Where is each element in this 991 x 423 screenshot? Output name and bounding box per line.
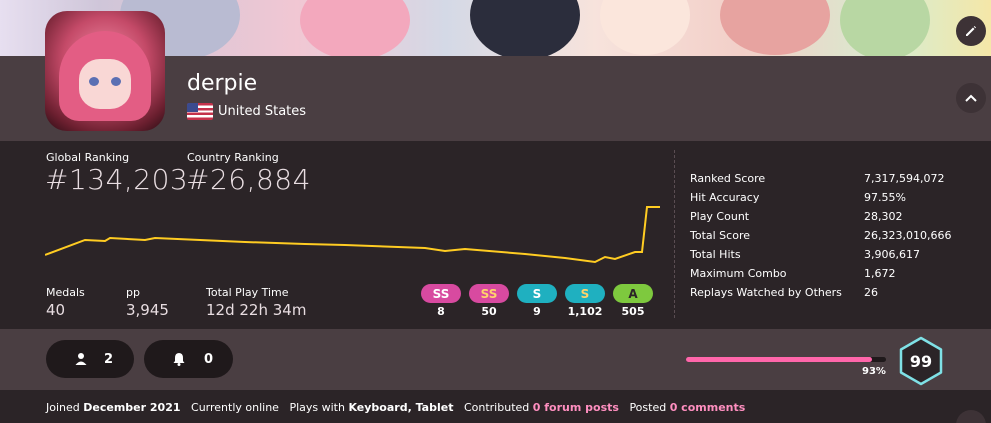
user-icon xyxy=(75,353,87,365)
grade-s-badge: S xyxy=(565,284,605,303)
plays-with: Keyboard, Tablet xyxy=(348,401,454,414)
notifications-count: 0 xyxy=(204,351,214,367)
stat-label: Replays Watched by Others xyxy=(690,286,842,299)
notifications-button[interactable]: 0 xyxy=(144,340,233,378)
pp-label: pp xyxy=(126,286,140,299)
medals-label: Medals xyxy=(46,286,85,299)
edit-cover-button[interactable] xyxy=(956,16,986,46)
stat-label: Total Hits xyxy=(690,248,741,261)
level-progress-fill xyxy=(686,357,872,362)
contributed-prefix: Contributed xyxy=(463,401,530,414)
rank-history-line xyxy=(45,206,660,264)
playtime-label: Total Play Time xyxy=(206,286,289,299)
rank-history-graph xyxy=(45,206,660,264)
joined-date: December 2021 xyxy=(83,401,181,414)
grade-ss-badge: SS xyxy=(469,284,509,303)
online-status: Currently online xyxy=(191,401,279,414)
chevron-up-icon xyxy=(965,94,977,102)
stat-value: 28,302 xyxy=(864,210,903,223)
plays-prefix: Plays with xyxy=(289,401,345,414)
pencil-icon xyxy=(966,26,976,36)
profile-info-line: Joined December 2021 Currently online Pl… xyxy=(46,401,745,414)
joined-prefix: Joined xyxy=(46,401,80,414)
country-link[interactable]: United States xyxy=(187,103,306,120)
grade-a-badge: A xyxy=(613,284,653,303)
playtime-value: 12d 22h 34m xyxy=(206,301,307,319)
us-flag-icon xyxy=(187,103,213,120)
username: derpie xyxy=(187,71,258,96)
stat-value: 97.55% xyxy=(864,191,906,204)
comments-link[interactable]: 0 comments xyxy=(670,401,746,414)
pp-value: 3,945 xyxy=(126,301,169,319)
forum-posts-link[interactable]: 0 forum posts xyxy=(533,401,619,414)
stat-value: 26 xyxy=(864,286,878,299)
grade-a-count: 505 xyxy=(621,305,645,318)
stat-value: 1,672 xyxy=(864,267,896,280)
grade-ss-count: 50 xyxy=(481,305,497,318)
stats-divider xyxy=(674,150,675,318)
posted-prefix: Posted xyxy=(629,401,667,414)
followers-button[interactable]: 2 xyxy=(46,340,134,378)
avatar xyxy=(45,11,165,131)
stat-label: Play Count xyxy=(690,210,750,223)
grade-s-silver-badge: S xyxy=(517,284,557,303)
global-ranking-value: #134,203 xyxy=(45,163,189,196)
grade-ss-silver-count: 8 xyxy=(437,305,445,318)
stat-label: Ranked Score xyxy=(690,172,766,185)
grade-ss-silver-badge: SS xyxy=(421,284,461,303)
stat-label: Hit Accuracy xyxy=(690,191,760,204)
level-progress-label: 93% xyxy=(862,366,886,377)
country-ranking-value: #26,884 xyxy=(186,163,311,196)
level-value: 99 xyxy=(910,352,932,371)
level-progress-bar xyxy=(686,357,886,362)
collapse-header-button[interactable] xyxy=(956,83,986,113)
country-name: United States xyxy=(218,104,307,119)
bell-icon xyxy=(173,353,185,366)
stat-value: 3,906,617 xyxy=(864,248,920,261)
medals-value: 40 xyxy=(46,301,66,319)
level-badge: 99 xyxy=(899,336,943,386)
grade-s-silver-count: 9 xyxy=(533,305,541,318)
stat-value: 7,317,594,072 xyxy=(864,172,945,185)
grade-s-count: 1,102 xyxy=(567,305,603,318)
stat-label: Maximum Combo xyxy=(690,267,787,280)
stat-label: Total Score xyxy=(690,229,750,242)
stat-value: 26,323,010,666 xyxy=(864,229,952,242)
followers-count: 2 xyxy=(104,351,114,367)
